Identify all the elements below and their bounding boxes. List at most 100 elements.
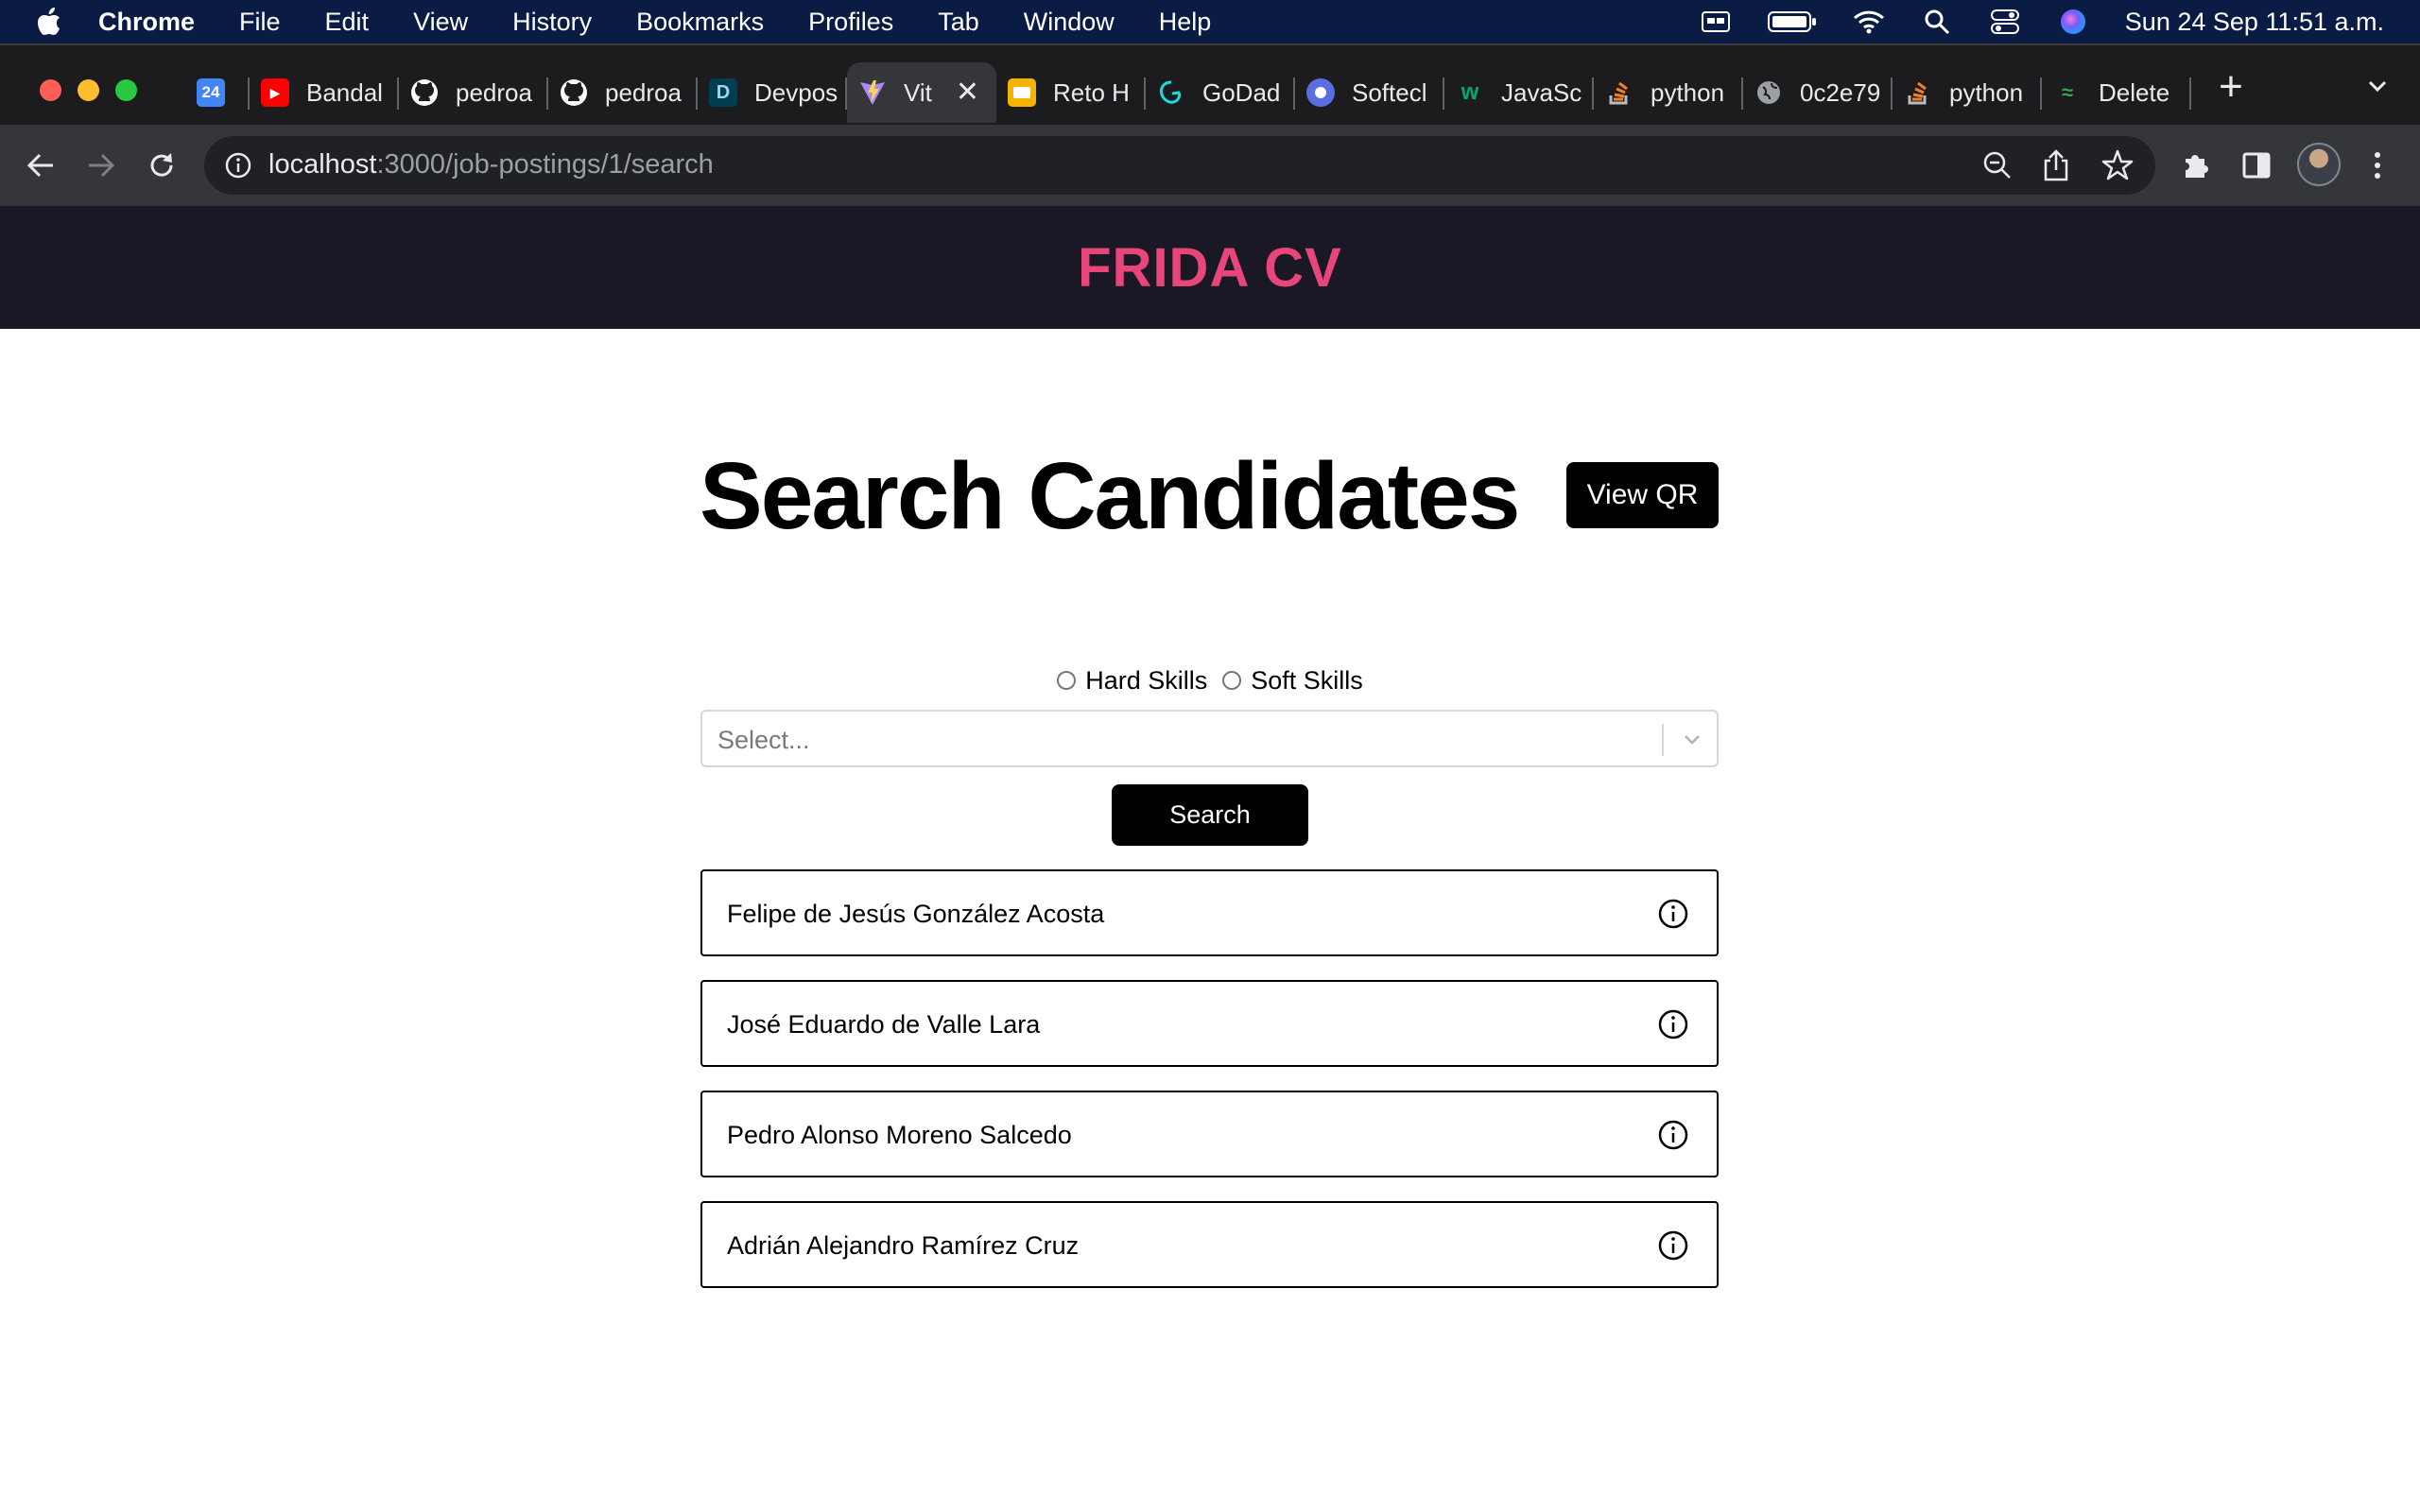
tab-title: Reto H xyxy=(1053,77,1130,107)
browser-toolbar: localhost:3000/job-postings/1/search xyxy=(0,125,2420,206)
chevron-down-icon[interactable] xyxy=(1679,728,1705,752)
info-icon[interactable] xyxy=(1657,1008,1689,1040)
apple-icon[interactable] xyxy=(36,7,62,37)
address-bar[interactable]: localhost:3000/job-postings/1/search xyxy=(204,136,2155,195)
tab-title: Bandal xyxy=(306,77,383,107)
menu-edit[interactable]: Edit xyxy=(325,8,370,37)
candidate-card[interactable]: Felipe de Jesús González Acosta xyxy=(700,869,1719,956)
tab-vite-active[interactable]: Vit ✕ xyxy=(847,62,996,123)
tab-w3schools[interactable]: w JavaSc xyxy=(1444,62,1594,123)
menu-profiles[interactable]: Profiles xyxy=(808,8,893,37)
tab-devpost[interactable]: D Devpos xyxy=(698,62,847,123)
tab-softech[interactable]: Softecl xyxy=(1295,62,1444,123)
slides-icon xyxy=(1008,78,1036,107)
close-window-button[interactable] xyxy=(40,79,61,101)
spotlight-search-icon[interactable] xyxy=(1921,9,1953,35)
tab-title: pedroa xyxy=(456,77,532,107)
candidate-card[interactable]: Adrián Alejandro Ramírez Cruz xyxy=(700,1201,1719,1288)
tab-search-chevron-icon[interactable] xyxy=(2361,72,2394,104)
view-qr-button[interactable]: View QR xyxy=(1566,462,1719,528)
page-title: Search Candidates xyxy=(700,443,1520,549)
control-center-icon[interactable] xyxy=(1989,9,2021,35)
tab-stackoverflow-2[interactable]: python xyxy=(1893,62,2042,123)
bookmark-star-icon[interactable] xyxy=(2100,148,2135,182)
strike-icon: ≈ xyxy=(2061,80,2074,104)
tab-github-2[interactable]: pedroa xyxy=(548,62,698,123)
youtube-icon: ▶ xyxy=(261,78,289,107)
brand-logo-text[interactable]: FRIDA CV xyxy=(1078,236,1342,300)
more-options-icon[interactable] xyxy=(2356,144,2399,187)
menu-view[interactable]: View xyxy=(413,8,468,37)
softech-icon xyxy=(1306,78,1335,107)
github-icon xyxy=(410,78,439,107)
search-button[interactable]: Search xyxy=(1112,784,1308,846)
siri-icon[interactable] xyxy=(2057,9,2089,35)
fullscreen-window-button[interactable] xyxy=(115,79,137,101)
url-text[interactable]: localhost:3000/job-postings/1/search xyxy=(268,149,714,180)
menu-clock[interactable]: Sun 24 Sep 11:51 a.m. xyxy=(2125,8,2384,37)
screen-mirror-icon[interactable] xyxy=(1700,9,1732,35)
candidate-name: Felipe de Jesús González Acosta xyxy=(727,900,1105,928)
hard-skills-option[interactable]: Hard Skills xyxy=(1057,666,1207,696)
candidate-card[interactable]: José Eduardo de Valle Lara xyxy=(700,980,1719,1067)
back-arrow-icon[interactable] xyxy=(17,142,64,189)
tab-title: Delete xyxy=(2099,77,2170,107)
zoom-out-icon[interactable] xyxy=(1981,149,2014,181)
wifi-icon[interactable] xyxy=(1853,9,1885,35)
tab-delete[interactable]: ≈ Delete xyxy=(2042,62,2191,123)
candidate-name: José Eduardo de Valle Lara xyxy=(727,1010,1041,1039)
tab-globe[interactable]: 0c2e79 xyxy=(1743,62,1893,123)
menu-tab[interactable]: Tab xyxy=(938,8,979,37)
select-placeholder: Select... xyxy=(717,726,810,754)
macos-menu-bar: Chrome File Edit View History Bookmarks … xyxy=(0,0,2420,43)
share-icon[interactable] xyxy=(2040,147,2072,183)
side-panel-icon[interactable] xyxy=(2235,144,2278,187)
tab-slides[interactable]: Reto H xyxy=(996,62,1146,123)
info-icon[interactable] xyxy=(1657,1119,1689,1151)
stackoverflow-icon xyxy=(1605,78,1634,107)
hard-skills-radio[interactable] xyxy=(1057,671,1077,690)
soft-skills-option[interactable]: Soft Skills xyxy=(1222,666,1363,696)
extensions-puzzle-icon[interactable] xyxy=(2174,144,2218,187)
tab-title: python xyxy=(1651,77,1725,107)
tab-stackoverflow-1[interactable]: python xyxy=(1594,62,1743,123)
info-icon[interactable] xyxy=(1657,898,1689,930)
candidate-card[interactable]: Pedro Alonso Moreno Salcedo xyxy=(700,1091,1719,1177)
battery-icon[interactable] xyxy=(1767,9,1817,35)
soft-skills-radio[interactable] xyxy=(1222,671,1242,690)
info-icon[interactable] xyxy=(1657,1229,1689,1262)
new-tab-button[interactable]: + xyxy=(2210,66,2252,108)
close-tab-icon[interactable]: ✕ xyxy=(956,76,979,109)
site-info-icon[interactable] xyxy=(223,150,253,180)
tab-youtube[interactable]: ▶ Bandal xyxy=(250,62,399,123)
reload-icon[interactable] xyxy=(138,142,185,189)
tab-github-1[interactable]: pedroa xyxy=(399,62,548,123)
skills-select-dropdown[interactable]: Select... xyxy=(700,710,1719,767)
menu-file[interactable]: File xyxy=(239,8,281,37)
url-path: :3000/job-postings/1/search xyxy=(376,149,714,180)
soft-skills-label: Soft Skills xyxy=(1251,665,1363,695)
tab-title: python xyxy=(1949,77,2024,107)
hard-skills-label: Hard Skills xyxy=(1085,665,1208,695)
globe-icon xyxy=(1754,78,1783,107)
app-header: FRIDA CV xyxy=(0,206,2420,329)
tab-title: GoDad xyxy=(1202,77,1281,107)
tab-godaddy[interactable]: GoDad xyxy=(1146,62,1295,123)
w3schools-icon: w xyxy=(1461,79,1479,105)
tab-list: 24 ▶ Bandal pedroa pedroa D Devpos Vit ✕… xyxy=(185,62,2191,123)
tab-title: pedroa xyxy=(605,77,682,107)
menu-app-name[interactable]: Chrome xyxy=(98,8,195,37)
tab-calendar[interactable]: 24 xyxy=(185,62,250,123)
calendar-icon: 24 xyxy=(197,78,225,107)
menu-window[interactable]: Window xyxy=(1024,8,1115,37)
tab-title: Softecl xyxy=(1352,77,1427,107)
profile-avatar[interactable] xyxy=(2297,143,2341,186)
menu-history[interactable]: History xyxy=(512,8,592,37)
menu-bookmarks[interactable]: Bookmarks xyxy=(636,8,764,37)
forward-arrow-icon[interactable] xyxy=(78,142,125,189)
stackoverflow-icon xyxy=(1904,78,1932,107)
minimize-window-button[interactable] xyxy=(78,79,99,101)
github-icon xyxy=(560,78,588,107)
candidate-name: Adrián Alejandro Ramírez Cruz xyxy=(727,1231,1080,1260)
menu-help[interactable]: Help xyxy=(1159,8,1212,37)
